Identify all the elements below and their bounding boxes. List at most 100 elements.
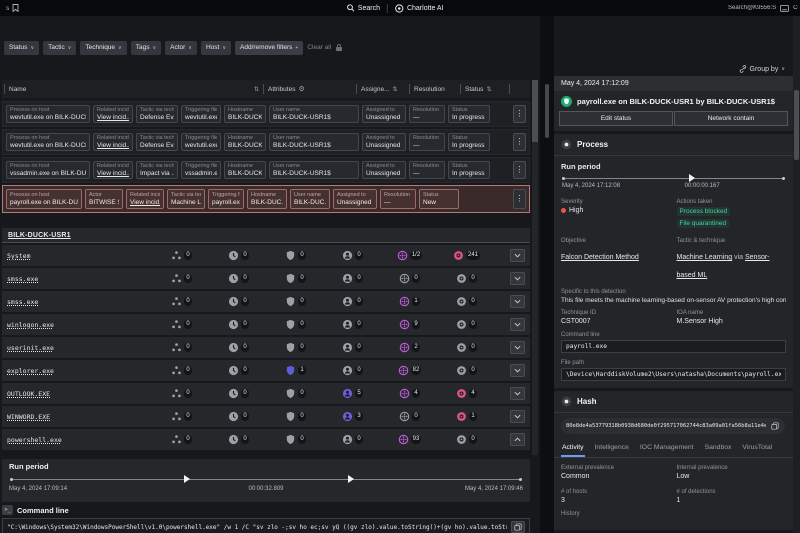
detection-row[interactable]: Process on hostpayroll.exe on BILK-DUCK-… bbox=[2, 185, 530, 213]
related-incident-link[interactable]: View incid... bbox=[97, 170, 129, 177]
row-menu-button[interactable]: ⋮ bbox=[513, 189, 526, 209]
related-incident-link[interactable]: View incid... bbox=[97, 142, 129, 149]
cell-value: BILK-DUCK-USR1$ bbox=[273, 142, 355, 149]
chevron-down-icon: ∨ bbox=[68, 45, 72, 51]
tab-sandbox[interactable]: Sandbox bbox=[704, 441, 733, 457]
filter-technique-dropdown[interactable]: Technique∨ bbox=[80, 41, 126, 55]
column-header-status[interactable]: Status ⇅ bbox=[465, 86, 505, 93]
gear-icon[interactable]: ⚙ bbox=[298, 85, 304, 93]
expand-row-button[interactable] bbox=[510, 272, 525, 285]
collapse-row-button[interactable] bbox=[510, 433, 525, 446]
expand-row-button[interactable] bbox=[510, 387, 525, 400]
clear-all-button[interactable]: Clear all bbox=[307, 44, 331, 51]
table-scrollbar[interactable] bbox=[532, 80, 538, 455]
run-period-timeline[interactable] bbox=[10, 474, 522, 484]
global-search-button[interactable]: Search bbox=[347, 4, 380, 12]
process-name-link[interactable]: smss.exe bbox=[7, 298, 153, 306]
scrollbar-thumb[interactable] bbox=[794, 90, 799, 160]
tactic-link[interactable]: Machine Learning bbox=[677, 254, 733, 261]
process-name-link[interactable]: smss.exe bbox=[7, 275, 153, 283]
charlotte-ai-icon bbox=[395, 4, 404, 13]
expand-row-button[interactable] bbox=[510, 341, 525, 354]
network-contain-button[interactable]: Network contain bbox=[674, 111, 788, 126]
process-name-link[interactable]: userinit.exe bbox=[7, 344, 153, 352]
user-icon bbox=[342, 411, 353, 422]
process-name-link[interactable]: explorer.exe bbox=[7, 367, 153, 375]
row-menu-button[interactable]: ⋮ bbox=[513, 133, 526, 151]
chevron-down-icon bbox=[514, 414, 521, 419]
detection-cell: Triggering filepayroll.exe bbox=[208, 189, 244, 209]
sort-icon[interactable]: ⇅ bbox=[393, 86, 398, 93]
objective-link[interactable]: Falcon Detection Method bbox=[561, 254, 639, 261]
detection-cell: HostnameBILK-DUCK... bbox=[224, 133, 266, 151]
expand-row-button[interactable] bbox=[510, 295, 525, 308]
tab-intelligence[interactable]: Intelligence bbox=[594, 441, 630, 457]
tactic-field: Tactic & technique Machine Learning via … bbox=[677, 238, 787, 282]
column-header-name[interactable]: Name ⇅ bbox=[9, 86, 259, 93]
column-header-resolution[interactable]: Resolution bbox=[414, 86, 456, 93]
process-name-link[interactable]: System bbox=[7, 252, 153, 260]
cell-value: BILK-DUCK-USR1$ bbox=[273, 114, 355, 121]
expand-row-button[interactable] bbox=[510, 364, 525, 377]
process-name-link[interactable]: OUTLOOK.EXE bbox=[7, 390, 153, 398]
column-header-assigned[interactable]: Assigne... ⇅ bbox=[361, 86, 405, 93]
specific-detection-field: Specific to this detection This file mee… bbox=[554, 289, 793, 310]
tab-activity[interactable]: Activity bbox=[561, 441, 585, 457]
tab-virustotal[interactable]: VirusTotal bbox=[741, 441, 773, 457]
detection-cell: User nameBILK-DUCK-USR1$ bbox=[269, 105, 359, 123]
row-menu-button[interactable]: ⋮ bbox=[513, 105, 526, 123]
row-menu-button[interactable]: ⋮ bbox=[513, 161, 526, 179]
expand-row-button[interactable] bbox=[510, 318, 525, 331]
process-name-link[interactable]: WINWORD.EXE bbox=[7, 413, 153, 421]
group-by-dropdown[interactable]: Group by ∨ bbox=[554, 62, 793, 76]
copy-button[interactable] bbox=[770, 420, 780, 432]
copy-button[interactable] bbox=[511, 521, 525, 533]
detection-cell: Resolution— bbox=[409, 105, 445, 123]
count-badge: 0 bbox=[298, 274, 306, 283]
column-header-attributes[interactable]: Attributes ⚙ bbox=[268, 85, 348, 93]
sort-icon[interactable]: ⇅ bbox=[486, 86, 491, 93]
bookmark-icon[interactable] bbox=[12, 4, 19, 12]
count-badge: 5 bbox=[355, 389, 363, 398]
filter-tags-dropdown[interactable]: Tags∨ bbox=[131, 41, 161, 55]
add-remove-filters-button[interactable]: Add/remove filters+ bbox=[235, 41, 303, 55]
process-name-link[interactable]: winlogon.exe bbox=[7, 321, 153, 329]
file-path-value: \Device\HarddiskVolume2\Users\natasha\Do… bbox=[566, 371, 781, 378]
filter-actor-dropdown[interactable]: Actor∨ bbox=[165, 41, 197, 55]
blocked-icon bbox=[285, 388, 296, 399]
cell-label: Related incident bbox=[130, 192, 160, 198]
filter-host-dropdown[interactable]: Host∨ bbox=[201, 41, 231, 55]
shield-icon bbox=[561, 96, 572, 107]
timeline-marker-icon bbox=[348, 475, 354, 483]
filter-tactic-dropdown[interactable]: Tactic∨ bbox=[43, 41, 76, 55]
charlotte-ai-button[interactable]: Charlotte AI bbox=[395, 4, 444, 13]
expand-row-button[interactable] bbox=[510, 410, 525, 423]
keyboard-icon bbox=[780, 5, 789, 12]
detail-scrollbar[interactable] bbox=[793, 16, 800, 533]
filter-status-dropdown[interactable]: Status∨ bbox=[4, 41, 39, 55]
detection-row[interactable]: Process on hostwevtutil.exe on BILK-DUCK… bbox=[2, 129, 530, 155]
sort-icon[interactable]: ⇅ bbox=[29, 86, 259, 93]
count-badge: 2 bbox=[412, 343, 420, 352]
detail-run-timeline[interactable] bbox=[562, 173, 785, 183]
related-incident-link[interactable]: View incid... bbox=[97, 114, 129, 121]
expand-row-button[interactable] bbox=[510, 249, 525, 262]
cell-value: Defense Ev... bbox=[140, 114, 174, 121]
detection-cell: Process on hostpayroll.exe on BILK-DUCK-… bbox=[6, 189, 82, 209]
detection-row[interactable]: Process on hostwevtutil.exe on BILK-DUCK… bbox=[2, 101, 530, 127]
user-menu-text[interactable]: Cust bbox=[793, 5, 798, 11]
count-badge: 3 bbox=[355, 412, 363, 421]
run-end-time: May 4, 2024 17:09:46 bbox=[465, 486, 523, 492]
scrollbar-thumb[interactable] bbox=[532, 80, 538, 142]
cell-value: — bbox=[413, 142, 441, 149]
tab-ioc-management[interactable]: IOC Management bbox=[639, 441, 695, 457]
related-incident-link[interactable]: View incid... bbox=[130, 199, 160, 206]
scrollbar-thumb[interactable] bbox=[545, 84, 549, 138]
breadcrumb-tail: s bbox=[6, 5, 9, 12]
edit-status-button[interactable]: Edit status bbox=[559, 111, 673, 126]
detection-row[interactable]: Process on hostvssadmin.exe on BILK-DUCK… bbox=[2, 157, 530, 183]
chevron-up-icon bbox=[514, 437, 521, 442]
host-header[interactable]: BILK-DUCK-USR1 bbox=[2, 228, 530, 243]
count-badge: 0 bbox=[184, 435, 192, 444]
process-name-link[interactable]: powershell.exe bbox=[7, 436, 153, 444]
